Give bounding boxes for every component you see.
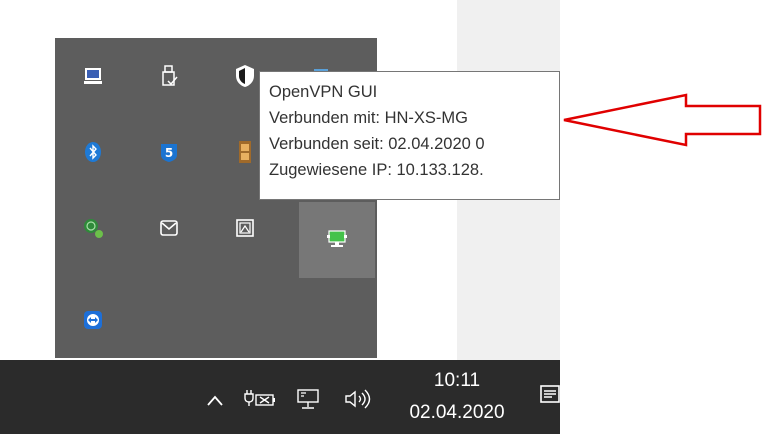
callout-arrow-icon bbox=[563, 93, 762, 147]
